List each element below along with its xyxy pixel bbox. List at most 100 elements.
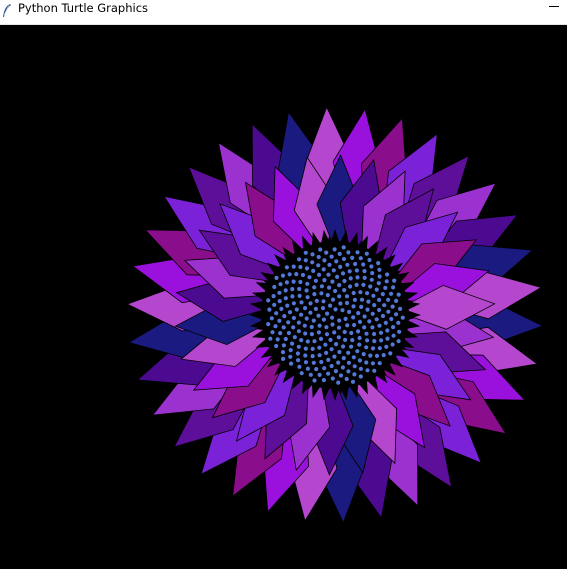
seed-dot xyxy=(377,297,382,302)
seed-dot xyxy=(274,343,279,349)
seed-dot xyxy=(291,325,296,330)
seed-dot xyxy=(352,297,357,302)
seed-dot xyxy=(391,333,396,338)
seed-dot xyxy=(370,311,375,316)
seed-dot xyxy=(349,330,354,336)
seed-dot xyxy=(325,311,330,316)
seed-dot xyxy=(312,285,317,290)
seed-dot xyxy=(396,320,401,325)
seed-dot xyxy=(342,278,347,284)
seed-dot xyxy=(324,332,330,337)
seed-dot xyxy=(318,336,324,341)
seed-dot xyxy=(291,279,296,284)
seed-dot xyxy=(390,342,395,347)
seed-dot xyxy=(272,284,277,290)
seed-dot xyxy=(267,307,272,312)
seed-dot xyxy=(310,346,315,351)
seed-dot xyxy=(337,294,342,299)
seed-dot xyxy=(368,353,373,358)
seed-dot xyxy=(313,278,318,283)
seed-dot xyxy=(280,273,286,278)
seed-dot xyxy=(367,319,372,324)
seed-dot xyxy=(313,306,318,311)
seed-dot xyxy=(389,316,394,322)
seed-dot xyxy=(379,338,384,343)
seed-dot xyxy=(325,293,330,298)
seed-dot xyxy=(370,361,375,366)
seed-dot xyxy=(316,313,321,318)
turtle-canvas xyxy=(0,25,567,569)
seed-dot xyxy=(359,297,365,302)
seed-dot xyxy=(283,288,288,293)
seed-dot xyxy=(348,284,353,289)
seed-dot xyxy=(277,290,282,295)
seed-dot xyxy=(337,318,342,323)
seed-dot xyxy=(345,323,350,328)
seed-dot xyxy=(330,376,335,381)
seed-dot xyxy=(299,312,304,317)
seed-dot xyxy=(352,372,357,377)
seed-dot xyxy=(319,284,324,289)
seed-dot xyxy=(303,250,308,255)
seed-dot xyxy=(287,310,293,315)
seed-dot xyxy=(314,298,319,303)
window-title: Python Turtle Graphics xyxy=(18,1,149,15)
seed-dot xyxy=(342,329,347,335)
seed-dot xyxy=(332,354,337,359)
seed-dot xyxy=(310,252,315,257)
seed-dot xyxy=(283,336,288,342)
seed-dot xyxy=(330,279,335,284)
seed-dot xyxy=(362,325,367,330)
turtle-graphics-window: Python Turtle Graphics xyxy=(0,0,567,569)
seed-dot xyxy=(361,262,366,267)
seed-dot xyxy=(317,372,322,377)
seed-dot xyxy=(386,297,391,302)
seed-dot xyxy=(370,346,376,351)
seed-dot xyxy=(341,356,346,361)
seed-dot xyxy=(354,268,359,273)
seed-dot xyxy=(391,285,396,290)
seed-dot xyxy=(299,371,304,376)
seed-dot xyxy=(365,307,370,312)
minimize-icon xyxy=(549,6,559,7)
seed-dot xyxy=(312,339,317,344)
seed-dot xyxy=(365,291,370,296)
seed-dot xyxy=(297,257,302,262)
seed-dot xyxy=(272,302,277,307)
seed-dot xyxy=(377,307,382,313)
seed-dot xyxy=(283,296,288,301)
seed-dot xyxy=(329,363,334,369)
minimize-button[interactable] xyxy=(539,0,567,16)
seed-dot xyxy=(343,337,348,342)
seed-dot xyxy=(310,354,315,359)
seed-dot xyxy=(304,288,309,293)
seed-dot xyxy=(319,359,324,365)
seed-dot xyxy=(340,365,345,370)
seed-dot xyxy=(281,325,286,330)
seed-dot xyxy=(298,279,303,285)
seed-dot xyxy=(320,306,326,311)
seed-dot xyxy=(303,346,308,351)
seed-dot xyxy=(381,353,386,358)
seed-dot xyxy=(311,268,316,273)
seed-dot xyxy=(364,331,369,336)
seed-dot xyxy=(321,317,326,322)
seed-dot xyxy=(338,301,343,306)
seed-dot xyxy=(282,314,287,319)
seed-dot xyxy=(296,329,301,334)
seed-dot xyxy=(337,349,342,355)
seed-dot xyxy=(324,325,329,330)
title-bar[interactable]: Python Turtle Graphics xyxy=(0,0,567,25)
seed-dot xyxy=(350,379,356,384)
seed-dot xyxy=(303,306,308,311)
seed-dot xyxy=(316,254,321,260)
seed-dot xyxy=(271,294,276,299)
seed-dot xyxy=(352,322,357,328)
seed-dot xyxy=(268,336,273,341)
seed-dot xyxy=(371,293,376,298)
seed-dot xyxy=(398,306,403,311)
seed-dot xyxy=(322,366,327,371)
seed-dot xyxy=(345,262,350,267)
seed-dot xyxy=(314,367,319,372)
seed-dot xyxy=(361,352,366,357)
